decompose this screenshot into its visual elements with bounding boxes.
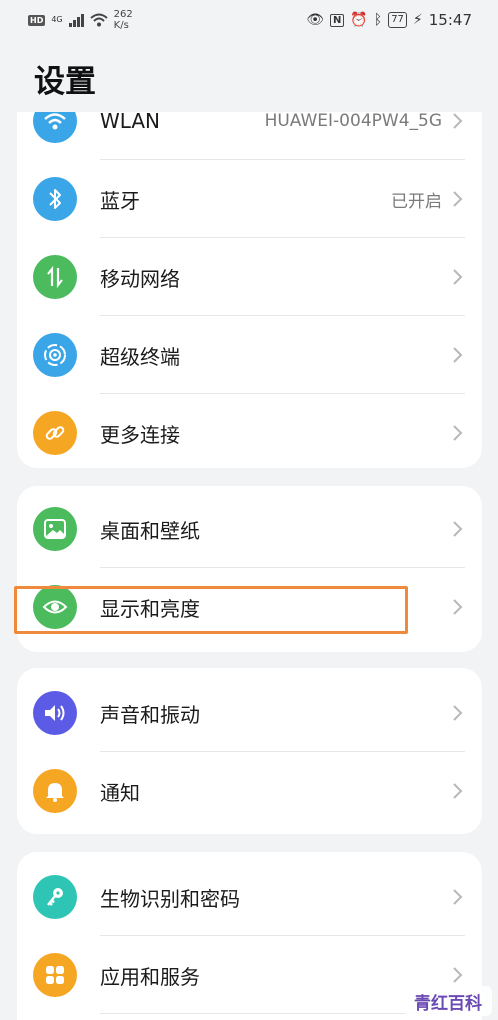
alarm-icon: ⏰ — [350, 12, 368, 28]
chevron-right-icon — [453, 191, 463, 207]
speed-value: 262 — [113, 9, 133, 20]
row-mobile-network[interactable]: 移动网络 — [17, 238, 482, 316]
row-label: 生物识别和密码 — [100, 886, 240, 911]
row-label: 更多连接 — [100, 422, 180, 447]
row-more-connections[interactable]: 更多连接 — [17, 394, 482, 468]
network-speed: 262 K/s — [114, 9, 133, 31]
card-sound: 声音和振动 通知 — [17, 668, 482, 834]
nfc-icon: N — [329, 13, 345, 27]
chevron-right-icon — [453, 599, 463, 615]
chevron-right-icon — [453, 783, 463, 799]
card-display: 桌面和壁纸 显示和亮度 — [17, 486, 482, 652]
chevron-right-icon — [453, 425, 463, 441]
row-display-brightness[interactable]: 显示和亮度 — [17, 568, 482, 646]
row-wlan[interactable]: WLAN HUAWEI-004PW4_5G — [17, 112, 482, 160]
wifi-icon — [33, 112, 77, 143]
key-icon — [33, 875, 77, 919]
row-biometrics-password[interactable]: 生物识别和密码 — [17, 858, 482, 936]
row-label: 应用和服务 — [100, 964, 200, 989]
settings-list[interactable]: WLAN HUAWEI-004PW4_5G 蓝牙 已开启 移动网络 超级终端 更… — [0, 112, 498, 1020]
charging-icon: ⚡ — [412, 12, 423, 28]
row-label: 蓝牙 — [100, 188, 140, 213]
bell-icon — [33, 769, 77, 813]
chevron-right-icon — [453, 113, 463, 129]
row-sound-vibration[interactable]: 声音和振动 — [17, 674, 482, 752]
apps-icon — [33, 953, 77, 997]
wifi-status-icon — [89, 13, 108, 27]
bluetooth-icon — [33, 177, 77, 221]
wallpaper-icon — [33, 507, 77, 551]
row-label: 通知 — [100, 780, 140, 805]
battery-icon: 77 — [388, 12, 407, 28]
clock: 15:47 — [428, 11, 472, 29]
row-value: 已开启 — [391, 191, 442, 212]
row-bluetooth[interactable]: 蓝牙 已开启 — [17, 160, 482, 238]
link-icon — [33, 411, 77, 455]
chevron-right-icon — [453, 347, 463, 363]
chevron-right-icon — [453, 967, 463, 983]
card-connectivity: WLAN HUAWEI-004PW4_5G 蓝牙 已开启 移动网络 超级终端 更… — [17, 112, 482, 468]
network-gen-label: 4G — [51, 15, 63, 24]
eye-comfort-icon: 👁 — [306, 12, 324, 28]
status-left: HD 4G 262 K/s — [28, 9, 133, 31]
page-title: 设置 — [34, 64, 96, 100]
row-notifications[interactable]: 通知 — [17, 752, 482, 830]
row-label: 显示和亮度 — [100, 596, 200, 621]
speaker-icon — [33, 691, 77, 735]
row-wallpaper[interactable]: 桌面和壁纸 — [17, 490, 482, 568]
bluetooth-status-icon: ᛒ — [373, 12, 383, 28]
row-label: 声音和振动 — [100, 702, 200, 727]
network-generation: 4G — [51, 16, 62, 24]
mobile-data-icon — [33, 255, 77, 299]
status-bar: HD 4G 262 K/s 👁 N ⏰ ᛒ 77 ⚡ 15:47 — [0, 0, 498, 40]
chevron-right-icon — [453, 269, 463, 285]
row-value: HUAWEI-004PW4_5G — [264, 112, 442, 131]
row-label: 桌面和壁纸 — [100, 518, 200, 543]
row-label: WLAN — [100, 112, 161, 133]
row-label: 移动网络 — [100, 266, 180, 291]
hd-badge: HD — [28, 14, 46, 26]
row-super-device[interactable]: 超级终端 — [17, 316, 482, 394]
chevron-right-icon — [453, 521, 463, 537]
eye-icon — [33, 585, 77, 629]
watermark: 青红百科 — [404, 986, 492, 1016]
speed-unit: K/s — [113, 20, 129, 31]
chevron-right-icon — [453, 705, 463, 721]
row-label: 超级终端 — [100, 344, 180, 369]
status-right: 👁 N ⏰ ᛒ 77 ⚡ 15:47 — [306, 11, 472, 29]
super-device-icon — [33, 333, 77, 377]
signal-icon — [68, 13, 84, 27]
chevron-right-icon — [453, 889, 463, 905]
